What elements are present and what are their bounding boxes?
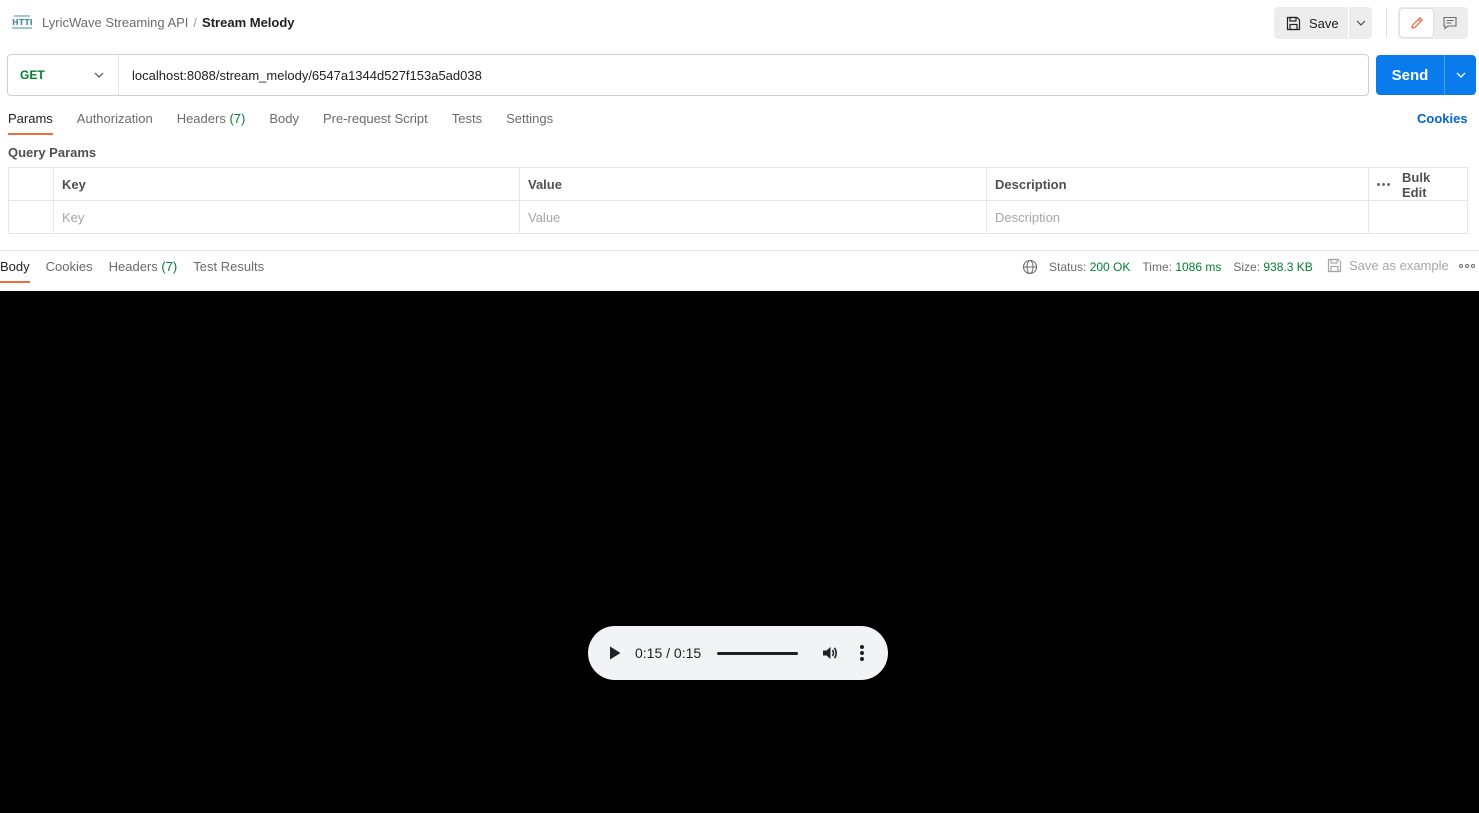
method-label: GET [20,68,45,82]
audio-more-options-icon[interactable] [858,645,866,661]
chevron-down-icon [94,72,104,78]
status-value[interactable]: 200 OK [1090,260,1131,274]
response-media-preview: 0:15 / 0:15 [0,291,1479,813]
response-tabs: Body Cookies Headers (7) Test Results [0,259,264,284]
more-options-icon[interactable] [1377,183,1390,186]
chevron-down-icon [1356,20,1365,26]
url-bar: GET localhost:8088/stream_melody/6547a13… [7,54,1369,96]
pane-divider[interactable] [0,250,1479,251]
more-options-icon[interactable] [1459,264,1475,268]
globe-icon[interactable] [1022,259,1038,275]
save-button[interactable]: Save [1274,7,1348,39]
description-input[interactable]: Description [987,201,1369,234]
chevron-down-icon [1456,72,1465,78]
headers-count: (7) [229,111,246,126]
comment-icon [1442,16,1457,30]
size-label: Size: [1233,260,1261,274]
tab-body[interactable]: Body [269,111,299,135]
status-label: Status: [1049,260,1087,274]
comments-mode-button[interactable] [1433,9,1466,37]
response-tab-headers[interactable]: Headers (7) [109,259,178,283]
table-header-row: Key Value Description Bulk Edit [9,168,1467,201]
audio-time: 0:15 / 0:15 [635,645,702,661]
send-button-group: Send [1376,55,1476,95]
breadcrumb-collection[interactable]: LyricWave Streaming API [42,15,188,30]
send-button[interactable]: Send [1376,55,1444,95]
description-column-header: Description [987,168,1369,201]
save-icon [1327,258,1342,273]
tab-pre-request-script[interactable]: Pre-request Script [323,111,428,135]
response-tab-cookies[interactable]: Cookies [46,259,93,283]
svg-text:HTTP: HTTP [12,18,32,27]
save-label: Save [1309,15,1339,31]
save-as-example-button[interactable]: Save as example [1327,258,1449,273]
key-column-header: Key [54,168,520,201]
size-value[interactable]: 938.3 KB [1263,260,1312,274]
audio-progress-slider[interactable] [717,652,798,655]
row-checkbox-cell [9,201,54,234]
response-headers-count: (7) [161,259,178,274]
save-options-button[interactable] [1349,7,1372,39]
tab-tests[interactable]: Tests [452,111,482,135]
table-row: Key Value Description [9,201,1467,234]
response-meta: Status: 200 OK Time: 1086 ms Size: 938.3… [1022,259,1313,275]
response-tab-body[interactable]: Body [0,259,30,283]
request-name[interactable]: Stream Melody [202,15,294,30]
time-label: Time: [1142,260,1172,274]
value-input[interactable]: Value [520,201,987,234]
pencil-icon [1410,16,1423,29]
tab-authorization[interactable]: Authorization [77,111,153,135]
http-icon: HTTP [12,15,32,29]
query-params-title: Query Params [8,145,97,160]
edit-mode-button[interactable] [1400,9,1433,37]
breadcrumb-separator: / [193,15,198,30]
tab-settings[interactable]: Settings [506,111,553,135]
audio-player: 0:15 / 0:15 [588,626,888,680]
play-icon[interactable] [608,645,622,661]
checkbox-column-header [9,168,54,201]
url-input[interactable]: localhost:8088/stream_melody/6547a1344d5… [119,68,482,83]
save-as-example-label: Save as example [1349,258,1449,273]
value-column-header: Value [520,168,987,201]
view-mode-toggle [1398,7,1468,39]
bulk-edit-button[interactable]: Bulk Edit [1402,170,1457,200]
request-header: HTTP LyricWave Streaming API / Stream Melo… [0,0,1479,46]
response-tab-test-results[interactable]: Test Results [193,259,264,283]
header-divider [1386,8,1387,38]
breadcrumb: LyricWave Streaming API / Stream Melody [42,15,295,31]
save-button-group: Save [1274,7,1372,39]
cookies-link[interactable]: Cookies [1417,111,1468,126]
volume-icon[interactable] [821,644,839,662]
bulk-edit-area: Bulk Edit [1369,168,1467,201]
method-select[interactable]: GET [8,55,119,95]
time-value[interactable]: 1086 ms [1175,260,1221,274]
send-options-button[interactable] [1445,55,1476,95]
request-tabs: Params Authorization Headers (7) Body Pr… [8,111,553,135]
save-icon [1286,16,1301,30]
key-input[interactable]: Key [54,201,520,234]
tab-headers[interactable]: Headers (7) [177,111,246,135]
query-params-table: Key Value Description Bulk Edit Key Valu… [8,167,1468,234]
tab-params[interactable]: Params [8,111,53,135]
